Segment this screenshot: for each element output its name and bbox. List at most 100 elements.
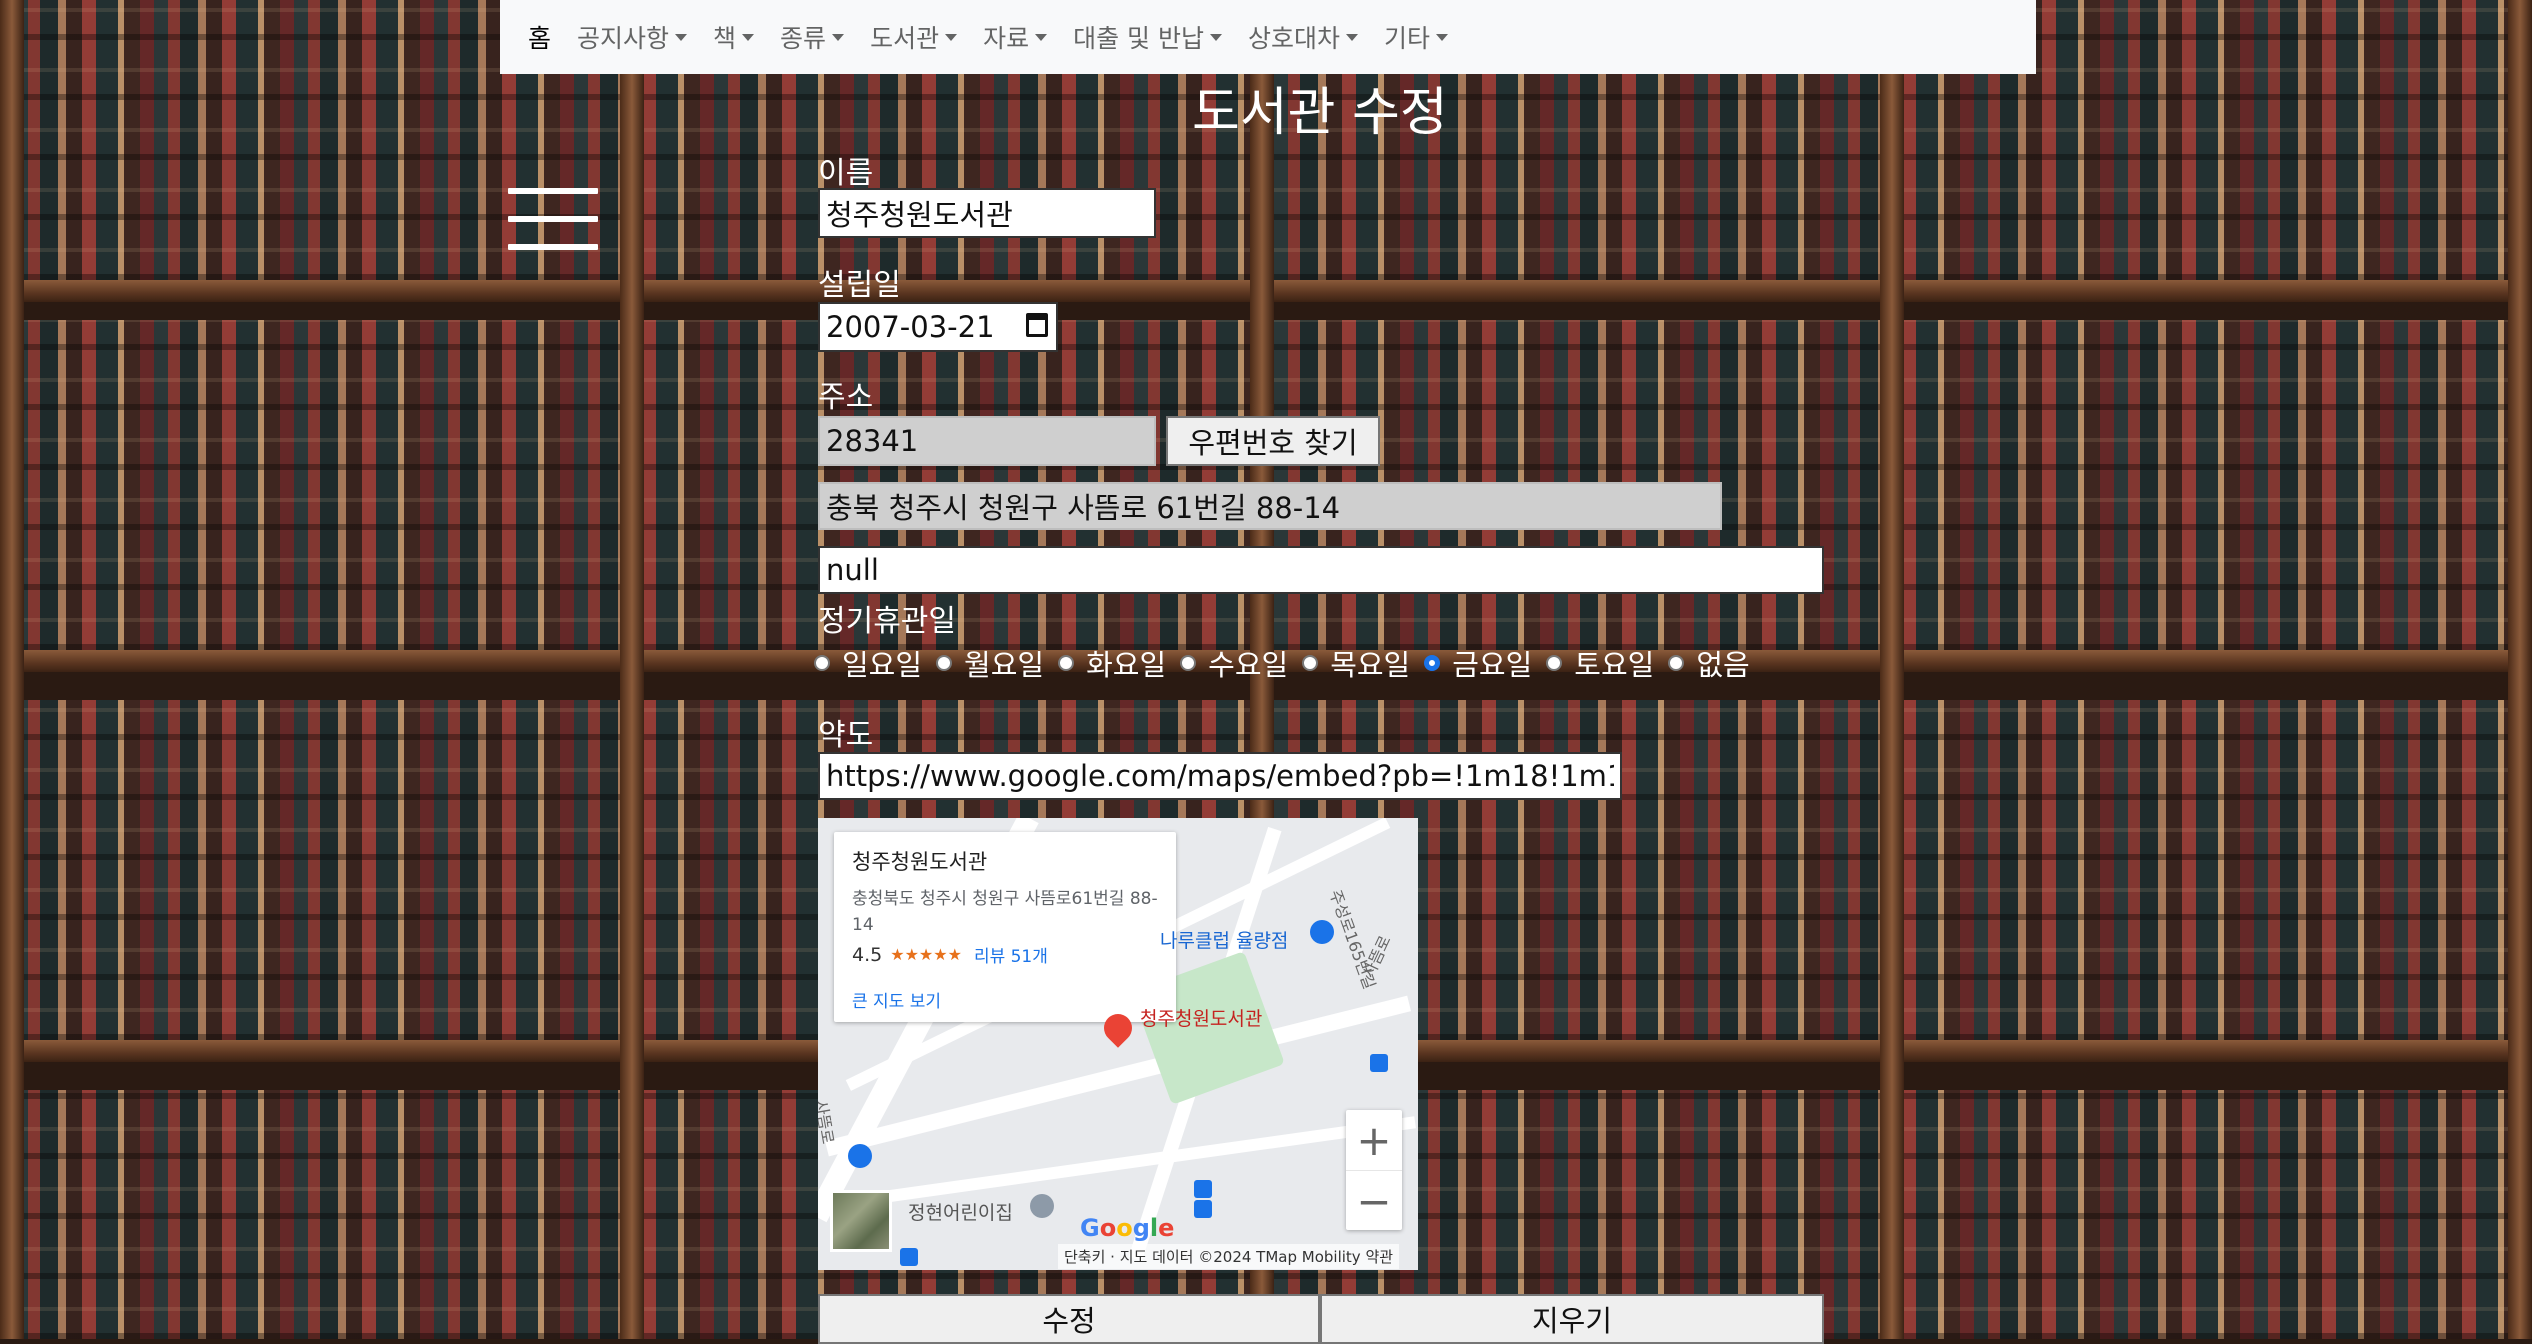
address-input[interactable]	[818, 482, 1722, 530]
shelf-post	[620, 0, 644, 1339]
radio-label: 토요일	[1574, 648, 1655, 682]
founded-label: 설립일	[818, 268, 901, 303]
radio-sunday[interactable]: 일요일	[814, 642, 922, 684]
nav-label: 상호대차	[1248, 24, 1341, 53]
radio-label: 화요일	[1086, 648, 1167, 682]
radio-button[interactable]	[936, 655, 953, 671]
caret-down-icon	[1035, 33, 1048, 41]
bus-stop-icon	[900, 1248, 918, 1266]
nav-library[interactable]: 도서관	[870, 19, 958, 55]
radio-wednesday[interactable]: 수요일	[1180, 642, 1288, 684]
map-pin-label: 청주청원도서관	[1140, 1008, 1263, 1030]
postcode-input[interactable]	[818, 416, 1156, 466]
map-place-name: 청주청원도서관	[852, 850, 988, 874]
radio-button[interactable]	[1668, 655, 1685, 671]
caret-down-icon	[1436, 33, 1449, 41]
nav-notice[interactable]: 공지사항	[577, 19, 688, 55]
radio-button-checked[interactable]	[1424, 655, 1441, 671]
bus-stop-icon	[1370, 1054, 1388, 1072]
radio-button[interactable]	[1302, 655, 1319, 671]
hamburger-icon[interactable]	[508, 188, 598, 250]
address-detail-input[interactable]	[818, 546, 1824, 594]
map-reviews-link[interactable]: 리뷰 51개	[974, 942, 1048, 967]
zoom-out-button[interactable]: −	[1346, 1171, 1402, 1231]
radio-tuesday[interactable]: 화요일	[1058, 642, 1166, 684]
caret-down-icon	[675, 33, 688, 41]
map-info-card: 청주청원도서관 충청북도 청주시 청원구 사뜸로61번길 88-14 4.5 ★…	[834, 832, 1176, 1022]
bus-stop-icon	[1194, 1180, 1212, 1198]
radio-friday[interactable]: 금요일	[1424, 642, 1532, 684]
radio-label: 없음	[1696, 648, 1750, 682]
submit-button[interactable]: 수정	[818, 1294, 1320, 1344]
founded-date-field[interactable]	[818, 302, 1058, 352]
nav-genre[interactable]: 종류	[780, 19, 845, 55]
map-zoom-control: + −	[1346, 1110, 1402, 1230]
map-attribution: 단축키 · 지도 데이터 ©2024 TMap Mobility 약관	[1058, 1244, 1400, 1269]
shopping-cart-icon	[1310, 920, 1334, 944]
caret-down-icon	[1210, 33, 1222, 41]
top-navbar: 홈 공지사항 책 종류 도서관 자료 대출 및 반납 상호대차 기타	[500, 0, 2036, 74]
google-logo: Google	[1080, 1214, 1175, 1242]
radio-button[interactable]	[1546, 655, 1563, 671]
nav-books[interactable]: 책	[713, 19, 755, 55]
map-label: 약도	[818, 718, 874, 753]
radio-thursday[interactable]: 목요일	[1302, 642, 1410, 684]
caret-down-icon	[742, 33, 755, 41]
page-title: 도서관 수정	[1192, 83, 1448, 143]
radio-saturday[interactable]: 토요일	[1546, 642, 1654, 684]
star-rating-icon: ★★★★★	[890, 945, 962, 964]
nav-label: 종류	[780, 24, 827, 53]
delete-button[interactable]: 지우기	[1320, 1294, 1824, 1344]
calendar-icon[interactable]	[1026, 313, 1048, 337]
nav-loan-return[interactable]: 대출 및 반납	[1073, 19, 1222, 55]
map-view-larger-link[interactable]: 큰 지도 보기	[852, 987, 1158, 1012]
caret-down-icon	[945, 33, 958, 41]
radio-label: 일요일	[842, 648, 923, 682]
map-road-label: 사뜸로	[818, 1098, 838, 1146]
satellite-toggle[interactable]	[830, 1190, 892, 1252]
nav-interlibrary[interactable]: 상호대차	[1248, 19, 1359, 55]
closed-day-label: 정기휴관일	[818, 604, 956, 639]
school-icon	[1030, 1194, 1054, 1218]
nav-label: 기타	[1384, 24, 1431, 53]
map-poi-label: 나루클럽 율량점	[1160, 930, 1289, 952]
shelf-post	[2508, 0, 2532, 1339]
nav-materials[interactable]: 자료	[983, 19, 1048, 55]
nav-label: 홈	[528, 24, 552, 53]
nav-label: 자료	[983, 24, 1030, 53]
radio-label: 수요일	[1208, 648, 1289, 682]
nav-etc[interactable]: 기타	[1384, 19, 1449, 55]
find-postcode-button[interactable]: 우편번호 찾기	[1166, 416, 1380, 466]
radio-button[interactable]	[1180, 655, 1197, 671]
name-label: 이름	[818, 156, 874, 191]
gas-station-icon	[848, 1144, 872, 1168]
name-input[interactable]	[818, 188, 1156, 238]
nav-label: 대출 및 반납	[1073, 24, 1204, 53]
shelf-post	[0, 0, 24, 1339]
radio-label: 금요일	[1452, 648, 1533, 682]
embedded-map[interactable]: 청주청원도서관 충청북도 청주시 청원구 사뜸로61번길 88-14 4.5 ★…	[818, 818, 1418, 1270]
radio-none[interactable]: 없음	[1668, 642, 1750, 684]
radio-monday[interactable]: 월요일	[936, 642, 1044, 684]
zoom-in-button[interactable]: +	[1346, 1110, 1402, 1171]
map-rating: 4.5	[852, 943, 883, 966]
map-poi-label: 정현어린이집	[908, 1202, 1013, 1224]
radio-label: 월요일	[964, 648, 1045, 682]
shelf-post	[1880, 0, 1904, 1339]
map-place-address: 충청북도 청주시 청원구 사뜸로61번길 88-14	[852, 889, 1158, 935]
nav-label: 도서관	[870, 24, 940, 53]
map-rating-row: 4.5 ★★★★★ 리뷰 51개	[852, 942, 1158, 968]
bus-stop-icon	[1194, 1200, 1212, 1218]
nav-label: 책	[713, 24, 737, 53]
caret-down-icon	[832, 33, 845, 41]
radio-button[interactable]	[814, 655, 830, 671]
radio-label: 목요일	[1330, 648, 1411, 682]
radio-button[interactable]	[1058, 655, 1075, 671]
address-label: 주소	[818, 380, 874, 415]
closed-day-radio-group: 일요일 월요일 화요일 수요일 목요일 금요일 토요일 없음	[814, 642, 1764, 684]
nav-home[interactable]: 홈	[528, 19, 551, 55]
caret-down-icon	[1346, 33, 1359, 41]
map-url-input[interactable]	[818, 752, 1622, 800]
nav-label: 공지사항	[577, 24, 670, 53]
founded-date-input[interactable]	[818, 302, 1058, 352]
